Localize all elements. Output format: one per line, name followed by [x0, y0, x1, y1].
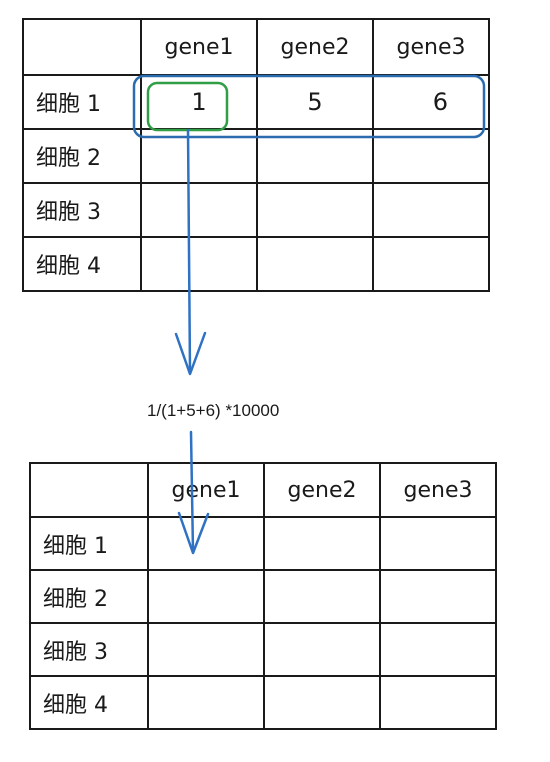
column-header-gene2: gene2 — [263, 462, 381, 518]
bottom-normalized-table: gene1 gene2 gene3 细胞 1 细胞 2 细胞 3 细胞 4 — [29, 462, 497, 730]
value-cell3-gene1 — [140, 182, 258, 238]
value-cell4-gene2 — [263, 675, 381, 730]
value-cell4-gene2 — [256, 236, 374, 292]
value-cell1-gene2: 5 — [256, 74, 374, 130]
value-cell1-gene3 — [379, 516, 497, 571]
value-cell1-gene2 — [263, 516, 381, 571]
value-cell3-gene2 — [256, 182, 374, 238]
row-header-cell3: 细胞 3 — [29, 622, 149, 677]
column-header-gene3: gene3 — [372, 18, 490, 76]
value-cell2-gene1 — [140, 128, 258, 184]
column-header-gene2: gene2 — [256, 18, 374, 76]
value-cell2-gene3 — [379, 569, 497, 624]
arrow-head — [174, 331, 207, 376]
value-cell3-gene3 — [379, 622, 497, 677]
value-cell2-gene3 — [372, 128, 490, 184]
row-header-cell4: 细胞 4 — [22, 236, 142, 292]
table-row-cell2: 细胞 2 — [29, 569, 497, 624]
table-row-cell3: 细胞 3 — [22, 182, 490, 238]
value-cell1-gene1: 1 — [140, 74, 258, 130]
column-header-gene1: gene1 — [140, 18, 258, 76]
value-cell1-gene3: 6 — [372, 74, 490, 130]
value-cell2-gene2 — [256, 128, 374, 184]
header-row: gene1 gene2 gene3 — [29, 462, 497, 518]
row-header-cell4: 细胞 4 — [29, 675, 149, 730]
corner-cell — [22, 18, 142, 76]
value-cell3-gene1 — [147, 622, 265, 677]
column-header-gene3: gene3 — [379, 462, 497, 518]
value-cell4-gene1 — [147, 675, 265, 730]
value-cell4-gene3 — [379, 675, 497, 730]
value-cell1-gene1 — [147, 516, 265, 571]
value-cell3-gene2 — [263, 622, 381, 677]
row-header-cell3: 细胞 3 — [22, 182, 142, 238]
value-cell4-gene3 — [372, 236, 490, 292]
row-header-cell2: 细胞 2 — [22, 128, 142, 184]
column-header-gene1: gene1 — [147, 462, 265, 518]
row-header-cell1: 细胞 1 — [22, 74, 142, 130]
normalization-formula: 1/(1+5+6) *10000 — [147, 401, 280, 420]
table-row-cell1: 细胞 1 1 5 6 — [22, 74, 490, 130]
corner-cell — [29, 462, 149, 518]
table-row-cell2: 细胞 2 — [22, 128, 490, 184]
value-cell3-gene3 — [372, 182, 490, 238]
table-row-cell3: 细胞 3 — [29, 622, 497, 677]
top-expression-table: gene1 gene2 gene3 细胞 1 1 5 6 细胞 2 细胞 3 细… — [22, 18, 490, 292]
value-cell2-gene2 — [263, 569, 381, 624]
value-cell2-gene1 — [147, 569, 265, 624]
table-row-cell1: 细胞 1 — [29, 516, 497, 571]
row-header-cell2: 细胞 2 — [29, 569, 149, 624]
row-header-cell1: 细胞 1 — [29, 516, 149, 571]
value-cell4-gene1 — [140, 236, 258, 292]
header-row: gene1 gene2 gene3 — [22, 18, 490, 76]
table-row-cell4: 细胞 4 — [22, 236, 490, 292]
table-row-cell4: 细胞 4 — [29, 675, 497, 730]
